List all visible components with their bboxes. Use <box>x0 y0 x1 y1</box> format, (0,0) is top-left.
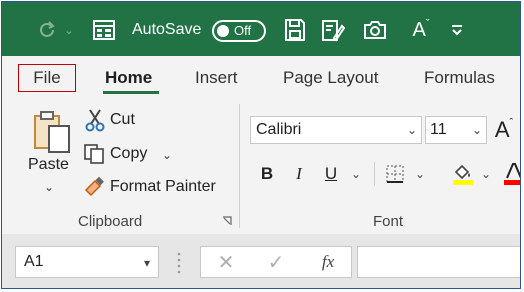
formula-input[interactable] <box>357 246 520 278</box>
tab-home[interactable]: Home <box>105 68 152 88</box>
name-box[interactable]: A1 ▾ <box>15 246 159 278</box>
formula-buttons: ✕ ✓ fx <box>200 246 352 278</box>
caret-icon: ˇ <box>425 18 430 30</box>
tab-file[interactable]: File <box>18 64 76 92</box>
copy-dropdown-icon[interactable]: ⌄ <box>160 148 174 162</box>
increase-font-size-icon[interactable]: Aˆ <box>492 116 516 144</box>
cut-label[interactable]: Cut <box>110 111 135 129</box>
font-size-value: 11 <box>430 121 447 138</box>
fill-color-dropdown-icon[interactable]: ⌄ <box>480 162 492 186</box>
font-name-value: Calibri <box>256 121 302 138</box>
chevron-down-icon[interactable]: ⌄ <box>472 123 482 137</box>
font-color-icon[interactable]: Aˇ <box>408 16 434 44</box>
enter-icon[interactable]: ✓ <box>265 247 287 277</box>
ribbon-tabs: File Home Insert Page Layout Formulas <box>2 56 520 98</box>
underline-dropdown-icon[interactable]: ⌄ <box>350 162 362 186</box>
scissors-icon[interactable] <box>84 108 106 132</box>
touch-mode-icon[interactable] <box>320 17 346 43</box>
cancel-icon[interactable]: ✕ <box>215 247 237 277</box>
form-icon[interactable] <box>92 18 116 42</box>
selected-tab-indicator <box>103 91 159 94</box>
insert-function-icon[interactable]: fx <box>315 247 341 277</box>
caret-up-icon: ˆ <box>509 117 514 129</box>
copy-label[interactable]: Copy <box>110 145 147 163</box>
paste-label[interactable]: Paste <box>28 156 69 174</box>
font-color-icon[interactable] <box>502 162 520 186</box>
camera-icon[interactable] <box>362 18 388 42</box>
redo-dropdown-icon[interactable]: ⌄ <box>64 24 74 37</box>
autosave-toggle[interactable]: Off <box>212 20 266 42</box>
save-icon[interactable] <box>283 17 307 43</box>
tab-page-layout[interactable]: Page Layout <box>283 68 378 88</box>
autosave-label: AutoSave <box>132 21 202 38</box>
format-painter-label[interactable]: Format Painter <box>110 178 216 196</box>
tab-insert[interactable]: Insert <box>195 68 238 88</box>
paste-dropdown-icon[interactable]: ⌄ <box>42 180 56 194</box>
font-a-glyph: A <box>412 18 426 41</box>
redo-icon[interactable] <box>36 18 60 42</box>
borders-dropdown-icon[interactable]: ⌄ <box>414 162 426 186</box>
copy-icon[interactable] <box>82 142 106 166</box>
chevron-down-icon[interactable]: ▾ <box>144 256 150 270</box>
format-painter-icon[interactable] <box>82 175 106 199</box>
excel-window: ⌄ AutoSave Off Aˇ File Home Insert Page … <box>1 1 521 289</box>
tab-formulas[interactable]: Formulas <box>424 68 495 88</box>
font-group-label: Font <box>373 213 404 230</box>
italic-button[interactable]: I <box>292 162 306 186</box>
grow-glyph: A <box>494 117 510 142</box>
font-size-combobox[interactable]: 11 ⌄ <box>425 116 487 144</box>
toggle-knob <box>217 25 229 37</box>
clipboard-group-label: Clipboard <box>78 213 143 230</box>
chevron-down-icon[interactable]: ⌄ <box>407 123 417 137</box>
fill-color-icon[interactable] <box>450 162 476 186</box>
formula-bar: A1 ▾ ✕ ✓ fx <box>2 234 520 288</box>
resize-grip-icon[interactable] <box>177 250 181 274</box>
borders-icon[interactable] <box>383 162 407 186</box>
name-box-value: A1 <box>24 253 44 270</box>
group-divider <box>239 104 240 228</box>
underline-button[interactable]: U <box>323 162 339 186</box>
clipboard-dialog-launcher-icon[interactable] <box>221 215 233 227</box>
ribbon-home: Paste ⌄ Cut Copy ⌄ Format Painter Clipbo… <box>2 98 520 234</box>
autosave-state: Off <box>234 23 252 38</box>
divider <box>374 162 375 186</box>
bold-button[interactable]: B <box>258 162 276 186</box>
font-name-combobox[interactable]: Calibri ⌄ <box>250 116 422 144</box>
title-bar: ⌄ AutoSave Off Aˇ <box>2 2 520 56</box>
paste-icon[interactable] <box>30 110 74 154</box>
customize-qat-icon[interactable] <box>448 20 466 40</box>
